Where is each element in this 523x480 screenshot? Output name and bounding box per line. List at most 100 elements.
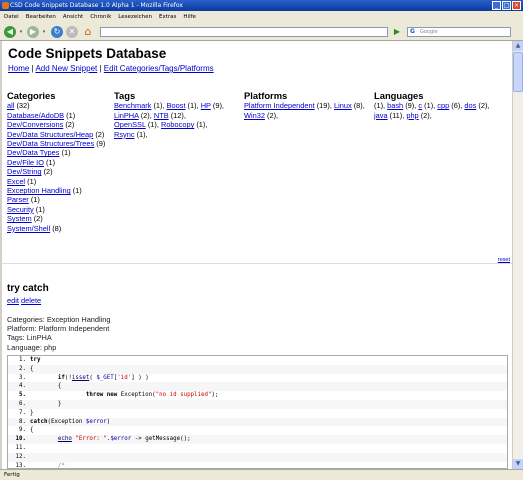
platform-link[interactable]: Win32 <box>244 111 265 120</box>
code-text: } <box>30 400 62 407</box>
category-count: (1) <box>33 204 45 214</box>
category-link[interactable]: Exception Handling <box>7 186 71 195</box>
close-button[interactable]: × <box>512 1 521 10</box>
language-count: (6), <box>449 101 465 111</box>
category-item[interactable]: Excel (1) <box>7 177 107 186</box>
code-block: 1. try 2. {3. if(!isset( $_GET['id'] ) ) 4. … <box>7 355 508 469</box>
language-link[interactable]: java <box>374 111 388 120</box>
menu-extras[interactable]: Extras <box>159 11 176 23</box>
forward-dropdown-icon[interactable]: ▾ <box>41 26 47 38</box>
vertical-scrollbar[interactable]: ▲ ▼ <box>512 41 523 469</box>
tag-link[interactable]: Rsync <box>114 130 135 139</box>
category-item[interactable]: Dev/Conversions (2) <box>7 120 107 129</box>
tag-link[interactable]: Robocopy <box>161 120 194 129</box>
nav-add-snippet-link[interactable]: Add New Snippet <box>35 64 97 73</box>
category-item[interactable]: Dev/Data Structures/Trees (9) <box>7 139 107 148</box>
window-title: CSD Code Snippets Database 1.0 Alpha 1 -… <box>10 2 183 9</box>
menu-lesezeichen[interactable]: Lesezeichen <box>118 11 152 23</box>
back-dropdown-icon[interactable]: ▾ <box>18 26 24 38</box>
category-link[interactable]: Dev/Data Structures/Heap <box>7 130 93 139</box>
category-link[interactable]: Database/AdoDB <box>7 111 64 120</box>
category-link[interactable]: System <box>7 214 32 223</box>
category-link[interactable]: Security <box>7 205 34 214</box>
category-link[interactable]: Dev/Conversions <box>7 120 63 129</box>
go-icon[interactable]: ▶ <box>392 27 402 37</box>
tag-link[interactable]: Benchmark <box>114 101 151 110</box>
reload-icon[interactable]: ↻ <box>51 26 63 38</box>
search-input[interactable]: G Google <box>407 27 511 37</box>
menu-bearbeiten[interactable]: Bearbeiten <box>26 11 56 23</box>
delete-link[interactable]: delete <box>21 296 41 305</box>
edit-link[interactable]: edit <box>7 296 19 305</box>
url-bar[interactable] <box>100 27 388 37</box>
category-link[interactable]: Dev/String <box>7 167 42 176</box>
category-item[interactable]: Database/AdoDB (1) <box>7 111 107 120</box>
menu-ansicht[interactable]: Ansicht <box>63 11 83 23</box>
menu-bar: Datei Bearbeiten Ansicht Chronik Lesezei… <box>0 11 523 23</box>
platforms-column: Platforms Platform Independent (19), Lin… <box>244 91 372 120</box>
maximize-button[interactable]: □ <box>502 1 511 10</box>
title-bar: CSD Code Snippets Database 1.0 Alpha 1 -… <box>0 0 523 11</box>
language-link[interactable]: bash <box>387 101 403 110</box>
top-nav: Home | Add New Snippet | Edit Categories… <box>8 64 214 73</box>
line-number: 9. <box>19 427 26 434</box>
platform-row: Win32 (2), <box>244 111 372 120</box>
line-number: 11. <box>15 444 26 451</box>
tag-link[interactable]: HP <box>201 101 211 110</box>
forward-icon[interactable]: ▶ <box>27 26 39 38</box>
code-text: if(!isset( $_GET['id'] ) ) <box>57 374 149 381</box>
tags-heading: Tags <box>114 90 136 101</box>
category-item[interactable]: Exception Handling (1) <box>7 186 107 195</box>
tag-link[interactable]: OpenSSL <box>114 120 146 129</box>
code-text: /* <box>57 462 65 469</box>
minimize-button[interactable]: _ <box>492 1 501 10</box>
back-icon[interactable]: ◀ <box>4 26 16 38</box>
nav-home-link[interactable]: Home <box>8 64 29 73</box>
tag-count: (2), <box>138 110 154 120</box>
line-number: 10. <box>15 436 26 443</box>
tag-count: (1), <box>151 101 167 111</box>
languages-column: Languages (1), bash (9), c (1), cpp (6),… <box>374 91 510 120</box>
category-link[interactable]: Dev/File IO <box>7 158 44 167</box>
tag-link[interactable]: LinPHA <box>114 111 139 120</box>
category-item[interactable]: Dev/File IO (1) <box>7 158 107 167</box>
stop-icon[interactable]: ✕ <box>66 26 78 38</box>
category-item[interactable]: System (2) <box>7 214 107 223</box>
tag-link[interactable]: NTB <box>154 111 169 120</box>
category-item[interactable]: Security (1) <box>7 205 107 214</box>
tag-count: (1), <box>194 120 208 130</box>
menu-chronik[interactable]: Chronik <box>90 11 111 23</box>
platform-link[interactable]: Platform Independent <box>244 101 315 110</box>
line-number: 4. <box>19 383 26 390</box>
category-item[interactable]: Dev/String (2) <box>7 167 107 176</box>
menu-hilfe[interactable]: Hilfe <box>183 11 196 23</box>
meta-platform: Platform: Platform Independent <box>7 324 110 334</box>
language-link[interactable]: dos <box>464 101 476 110</box>
category-link[interactable]: Dev/Data Structures/Trees <box>7 139 94 148</box>
scroll-thumb[interactable] <box>513 52 523 92</box>
category-link[interactable]: Excel <box>7 177 25 186</box>
category-item[interactable]: Dev/Data Structures/Heap (2) <box>7 130 107 139</box>
category-link[interactable]: Dev/Data Types <box>7 148 59 157</box>
line-number: 5. <box>19 392 26 399</box>
nav-edit-categories-link[interactable]: Edit Categories/Tags/Platforms <box>104 64 214 73</box>
category-count: (32) <box>14 101 30 111</box>
scroll-up-icon[interactable]: ▲ <box>513 41 523 51</box>
tag-link[interactable]: Boost <box>167 101 186 110</box>
language-link[interactable]: cpp <box>437 101 449 110</box>
language-link[interactable]: php <box>406 111 418 120</box>
category-link[interactable]: System/Shell <box>7 224 50 233</box>
category-item[interactable]: Parser (1) <box>7 195 107 204</box>
category-item[interactable]: System/Shell (8) <box>7 224 107 233</box>
category-link[interactable]: Parser <box>7 195 29 204</box>
menu-datei[interactable]: Datei <box>4 11 19 23</box>
status-text: Fertig <box>4 472 20 478</box>
home-icon[interactable]: ⌂ <box>82 26 94 38</box>
category-count: (1) <box>43 157 56 167</box>
scroll-down-icon[interactable]: ▼ <box>513 459 523 469</box>
category-item[interactable]: all (32) <box>7 101 107 110</box>
platform-link[interactable]: Linux <box>334 101 352 110</box>
snippet-actions: edit delete <box>7 296 41 305</box>
category-item[interactable]: Dev/Data Types (1) <box>7 148 107 157</box>
